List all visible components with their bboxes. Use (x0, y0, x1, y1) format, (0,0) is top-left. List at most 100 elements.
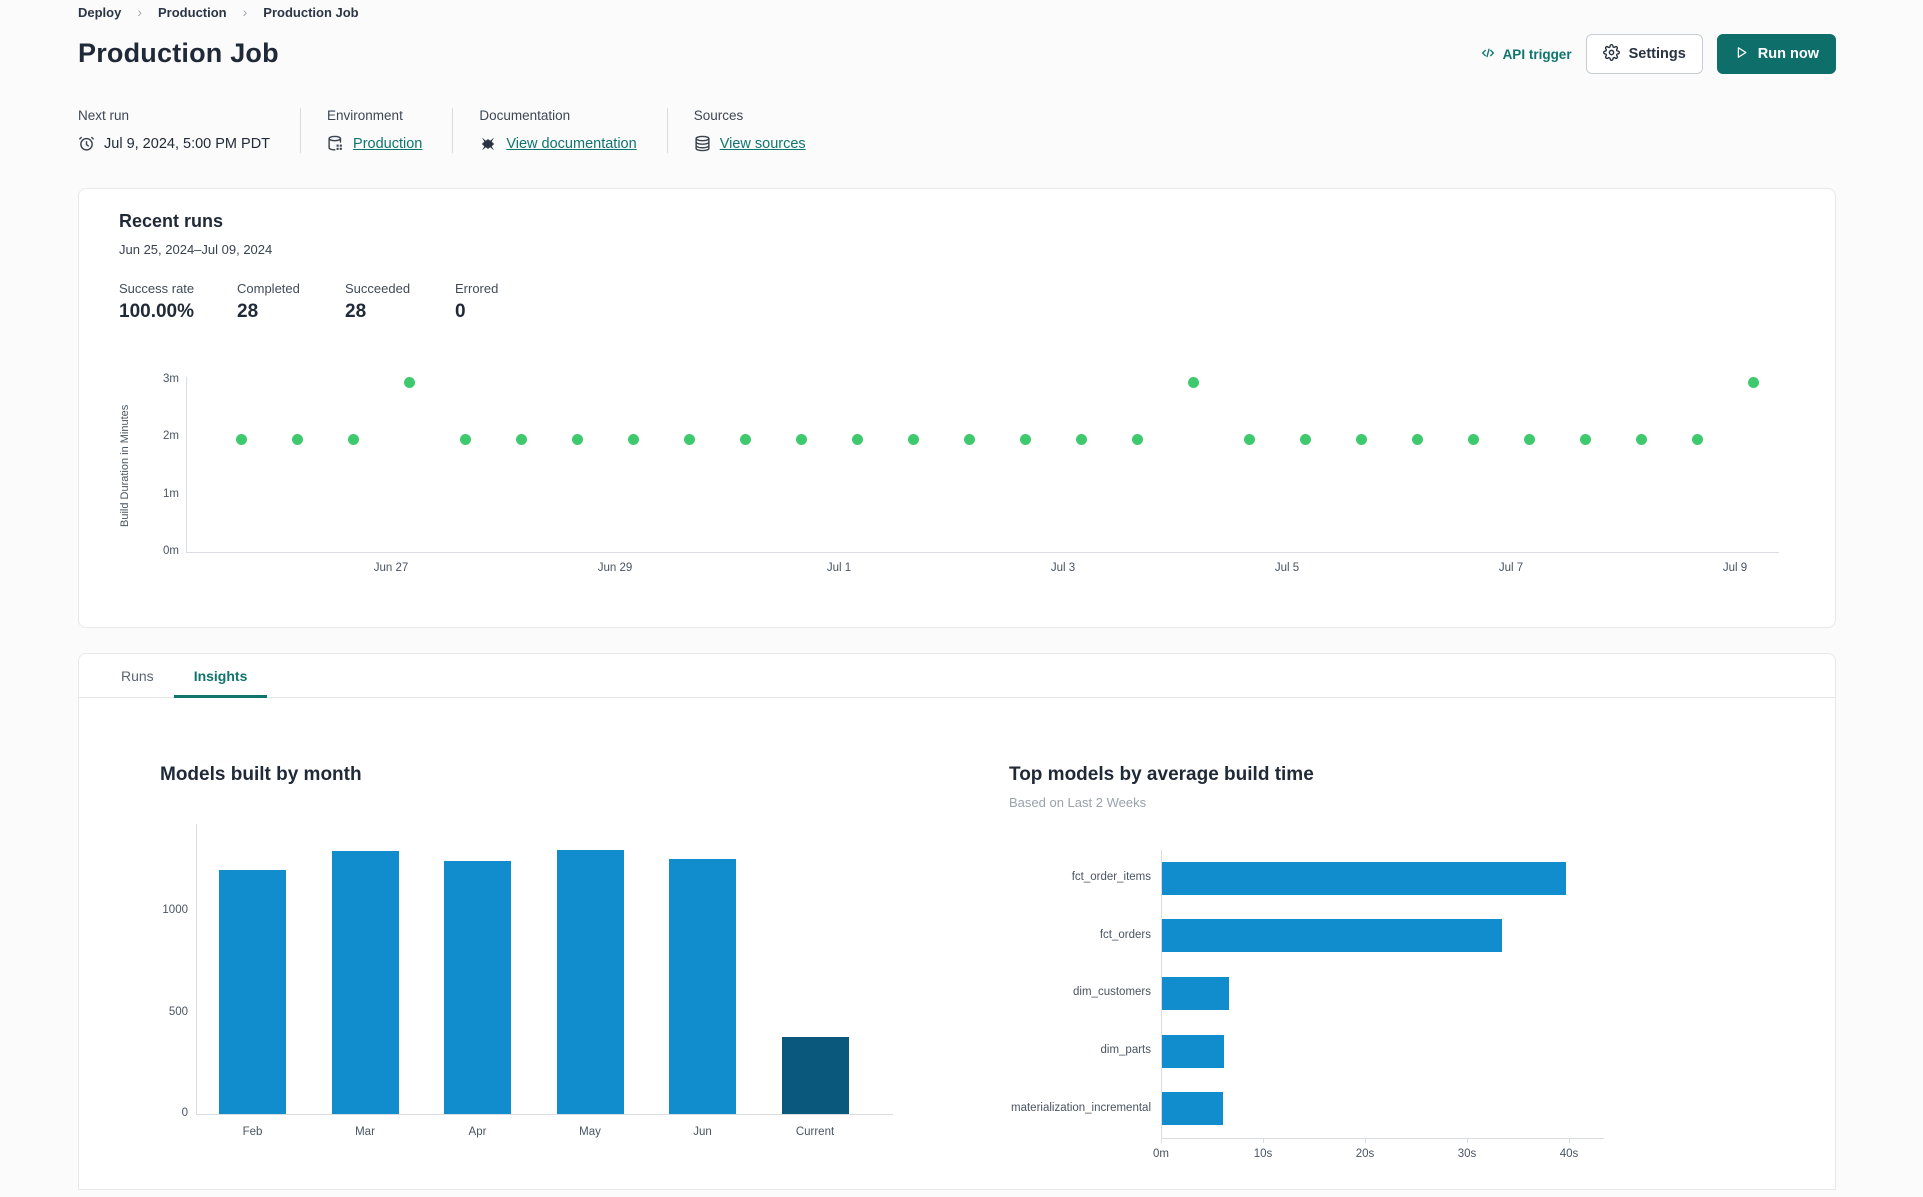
scatter-y-tick: 3m (163, 373, 179, 386)
top-models-x-axis (1161, 1138, 1604, 1139)
scatter-x-tick: Jul 9 (1722, 562, 1748, 574)
top-models-x-tick: 10s (1253, 1148, 1273, 1160)
database-icon (694, 135, 711, 152)
model-name-label: dim_parts (1100, 1044, 1152, 1057)
run-dot[interactable] (571, 433, 583, 445)
breadcrumb-deploy[interactable]: Deploy (78, 5, 121, 20)
api-trigger-link[interactable]: API trigger (1480, 45, 1572, 64)
month-bar (331, 851, 399, 1114)
stat-label: Success rate (119, 281, 195, 296)
run-dot[interactable] (1075, 433, 1087, 445)
meta-label: Next run (78, 108, 130, 123)
run-dot[interactable] (1299, 433, 1311, 445)
meta-next-run: Next run Jul 9, 2024, 5:00 PM PDT (78, 108, 300, 153)
top-models-x-tick: 20s (1355, 1148, 1375, 1160)
insights-card: Runs Insights Models built by month 0 500… (78, 653, 1836, 1190)
models-built-x-tick: Jun (693, 1126, 712, 1138)
play-icon (1734, 45, 1749, 64)
meta-documentation: Documentation View documentation (452, 108, 666, 153)
production-job-page: Deploy › Production › Production Job Pro… (0, 0, 1923, 1197)
run-dot[interactable] (1691, 433, 1703, 445)
recent-runs-title: Recent runs (119, 211, 224, 231)
scatter-x-tick: Jul 7 (1498, 562, 1524, 574)
stat-label: Completed (237, 281, 300, 296)
recent-runs-stats: Success rate 100.00% Completed 28 Succee… (119, 281, 498, 323)
run-dot[interactable] (683, 433, 695, 445)
models-built-chart-title: Models built by month (160, 764, 362, 785)
run-dot[interactable] (1243, 433, 1255, 445)
tab-insights[interactable]: Insights (173, 654, 268, 698)
settings-button[interactable]: Settings (1585, 34, 1703, 74)
environment-link[interactable]: Production (353, 136, 422, 152)
model-build-time-bar (1162, 1092, 1224, 1126)
stat-value: 0 (455, 301, 466, 322)
run-dot[interactable] (459, 433, 471, 445)
run-dot[interactable] (627, 433, 639, 445)
view-documentation-link[interactable]: View documentation (506, 136, 636, 152)
run-dot[interactable] (795, 433, 807, 445)
breadcrumb: Deploy › Production › Production Job (78, 4, 359, 20)
run-dot[interactable] (1467, 433, 1479, 445)
run-dot[interactable] (515, 433, 527, 445)
models-built-x-tick: May (579, 1126, 601, 1138)
run-dot[interactable] (739, 433, 751, 445)
run-dot[interactable] (1131, 433, 1143, 445)
top-models-x-tick: 40s (1559, 1148, 1579, 1160)
model-name-label: fct_order_items (1071, 871, 1151, 883)
scatter-x-tick: Jul 3 (1050, 562, 1076, 574)
run-dot[interactable] (1411, 433, 1423, 445)
run-dot[interactable] (235, 433, 247, 445)
dbt-docs-icon (479, 135, 497, 153)
page-title: Production Job (78, 38, 279, 68)
meta-environment: Environment Production (300, 108, 452, 153)
scatter-x-tick: Jul 1 (826, 562, 852, 574)
stat-label: Errored (455, 281, 499, 296)
scatter-x-tick: Jun 27 (373, 562, 409, 574)
stat-success-rate: Success rate 100.00% (119, 281, 219, 323)
top-models-x-tick: 30s (1457, 1148, 1477, 1160)
run-dot[interactable] (1635, 433, 1647, 445)
meta-label: Environment (327, 108, 403, 123)
run-dot[interactable] (291, 433, 303, 445)
settings-label: Settings (1628, 46, 1686, 62)
run-dot[interactable] (1019, 433, 1031, 445)
run-dot[interactable] (347, 433, 359, 445)
run-dot[interactable] (851, 433, 863, 445)
month-bar (556, 850, 624, 1114)
month-bar (669, 859, 736, 1114)
run-dot[interactable] (1355, 433, 1367, 445)
tab-runs[interactable]: Runs (101, 654, 174, 697)
scatter-y-tick: 0m (163, 545, 179, 557)
run-dot[interactable] (963, 433, 975, 445)
scatter-x-axis (186, 552, 1779, 553)
run-dot[interactable] (403, 376, 415, 388)
run-dot[interactable] (1187, 376, 1199, 388)
models-built-y-axis (196, 824, 197, 1114)
run-dot[interactable] (907, 433, 919, 445)
models-built-y-tick: 500 (168, 1005, 188, 1018)
chevron-right-icon: › (242, 4, 248, 20)
stat-value: 28 (237, 301, 259, 322)
scatter-y-axis-label: Build Duration in Minutes (119, 404, 131, 527)
run-now-button[interactable]: Run now (1716, 34, 1836, 74)
scatter-y-tick: 1m (163, 487, 179, 500)
top-models-chart-title: Top models by average build time (1009, 764, 1314, 785)
view-sources-link[interactable]: View sources (720, 136, 806, 152)
models-built-x-tick: Feb (242, 1126, 263, 1138)
meta-label: Sources (693, 108, 744, 123)
run-dot[interactable] (1747, 376, 1759, 388)
scatter-x-tick: Jun 29 (597, 562, 633, 574)
top-models-x-tick-mark (1467, 1138, 1468, 1143)
stat-completed: Completed 28 (237, 281, 327, 323)
breadcrumb-production[interactable]: Production (158, 5, 227, 20)
api-trigger-label: API trigger (1502, 46, 1572, 62)
run-dot[interactable] (1523, 433, 1535, 445)
job-meta-row: Next run Jul 9, 2024, 5:00 PM PDT Enviro… (78, 108, 836, 153)
model-name-label: dim_customers (1073, 986, 1151, 999)
month-bar (444, 860, 511, 1114)
scatter-x-tick: Jul 5 (1274, 562, 1300, 574)
top-models-x-tick-mark (1365, 1138, 1366, 1143)
run-dot[interactable] (1579, 433, 1591, 445)
code-brackets-icon (1480, 45, 1496, 64)
models-built-x-tick: Current (795, 1126, 835, 1138)
